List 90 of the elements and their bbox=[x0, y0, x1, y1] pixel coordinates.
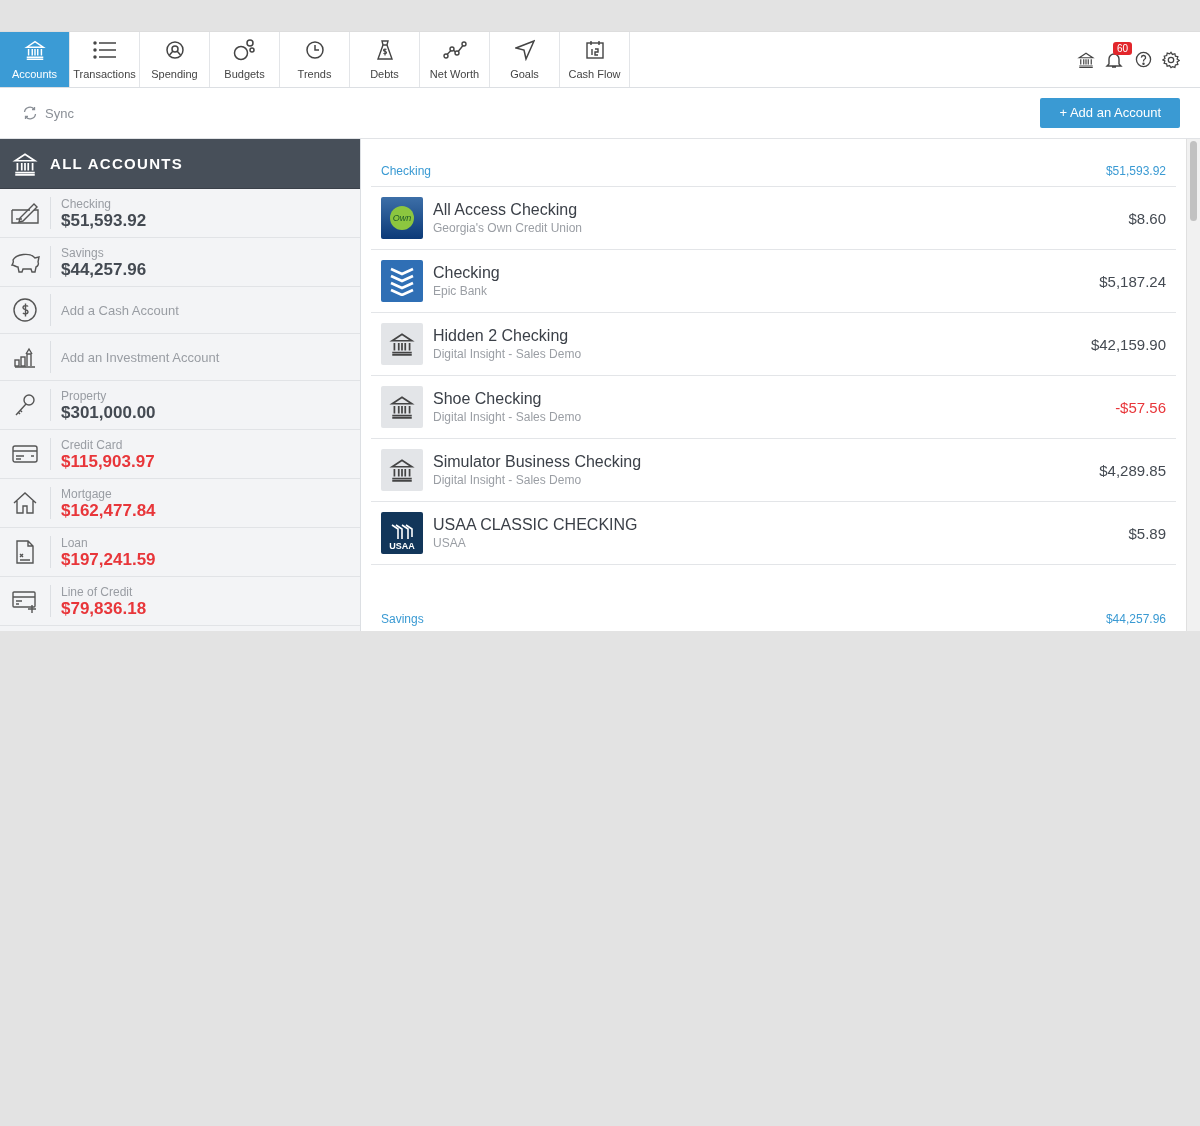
institution-button[interactable] bbox=[1077, 50, 1095, 69]
tab-icon bbox=[304, 39, 325, 61]
category-label: Line of Credit bbox=[61, 584, 134, 599]
category-icon bbox=[13, 346, 37, 368]
tab-icon bbox=[442, 39, 467, 61]
account-balance: $4,289.85 bbox=[1099, 461, 1166, 479]
category-icon bbox=[15, 539, 35, 565]
account-row[interactable]: Simulator Business Checking Digital Insight - Sales Demo $4,289.85 bbox=[371, 439, 1176, 502]
institution-name: Digital Insight - Sales Demo bbox=[433, 346, 582, 362]
category-icon bbox=[13, 392, 37, 418]
institution-name: Digital Insight - Sales Demo bbox=[433, 472, 583, 488]
account-row[interactable]: Hidden 2 Checking Digital Insight - Sales Demo $42,159.90 bbox=[371, 313, 1176, 376]
account-name: All Access Checking bbox=[433, 200, 579, 220]
nav-tab[interactable]: Transactions bbox=[70, 32, 140, 87]
institution-logo bbox=[381, 260, 423, 302]
account-balance: $5.89 bbox=[1128, 524, 1166, 542]
account-name: Shoe Checking bbox=[433, 389, 543, 409]
tab-icon bbox=[584, 39, 605, 61]
account-balance: $42,159.90 bbox=[1090, 335, 1166, 353]
institution-logo bbox=[381, 323, 423, 365]
account-category[interactable]: Line of Credit $79,836.18 bbox=[0, 577, 360, 626]
nav-tab[interactable]: Trends bbox=[280, 32, 350, 87]
nav-tab[interactable]: Goals bbox=[490, 32, 560, 87]
tab-icon bbox=[164, 39, 185, 61]
account-balance: $5,187.24 bbox=[1099, 272, 1166, 290]
account-row[interactable]: Shoe Checking Digital Insight - Sales Demo -$57.56 bbox=[371, 376, 1176, 439]
account-name: USAA CLASSIC CHECKING bbox=[433, 515, 638, 535]
sync-icon bbox=[22, 105, 38, 121]
institution-name: Georgia's Own Credit Union bbox=[433, 220, 583, 236]
category-balance: $51,593.92 bbox=[61, 210, 147, 230]
institution-name: USAA bbox=[433, 535, 467, 551]
account-balance: -$57.56 bbox=[1115, 398, 1166, 416]
logo-text: USAA bbox=[389, 541, 415, 551]
tab-icon bbox=[92, 39, 117, 61]
account-category[interactable]: Mortgage $162,477.84 bbox=[0, 479, 360, 528]
category-balance: $301,000.00 bbox=[61, 402, 156, 422]
account-row[interactable]: Checking Epic Bank $5,187.24 bbox=[371, 250, 1176, 313]
category-icon bbox=[12, 297, 38, 323]
account-balance: $8.60 bbox=[1128, 209, 1166, 227]
tab-icon bbox=[514, 39, 535, 61]
category-label: Mortgage bbox=[61, 486, 113, 501]
tab-icon bbox=[23, 39, 46, 61]
sidebar-title: ALL ACCOUNTS bbox=[50, 155, 184, 172]
account-row[interactable]: USAA USAA CLASSIC CHECKING USAA $5.89 bbox=[371, 502, 1176, 565]
category-balance: $162,477.84 bbox=[61, 500, 156, 520]
category-label: Checking bbox=[61, 196, 113, 211]
category-label: Credit Card bbox=[61, 437, 124, 452]
settings-button[interactable] bbox=[1162, 50, 1180, 69]
nav-tab[interactable]: Net Worth bbox=[420, 32, 490, 87]
account-category[interactable]: Savings $44,257.96 bbox=[0, 238, 360, 287]
account-category[interactable]: Property $301,000.00 bbox=[0, 381, 360, 430]
logo-mark-icon bbox=[389, 523, 415, 541]
institution-logo bbox=[381, 386, 423, 428]
institution-logo bbox=[381, 449, 423, 491]
account-category[interactable]: Loan $197,241.59 bbox=[0, 528, 360, 577]
group-name: Checking bbox=[381, 164, 432, 178]
scrollbar-thumb[interactable] bbox=[1190, 141, 1197, 221]
category-label: Savings bbox=[61, 245, 105, 260]
notifications-button[interactable]: 60 bbox=[1105, 41, 1133, 69]
help-button[interactable] bbox=[1135, 51, 1152, 68]
nav-tab[interactable]: Debts bbox=[350, 32, 420, 87]
group-name: Savings bbox=[381, 612, 424, 626]
category-icon bbox=[10, 201, 40, 225]
logo-text: Own bbox=[390, 206, 414, 230]
category-label: Loan bbox=[61, 535, 89, 550]
nav-tab[interactable]: Budgets bbox=[210, 32, 280, 87]
account-name: Simulator Business Checking bbox=[433, 452, 642, 472]
tab-icon bbox=[232, 39, 257, 61]
category-balance: $79,836.18 bbox=[61, 598, 147, 618]
account-row[interactable]: Own All Access Checking Georgia's Own Credit Union $8.60 bbox=[371, 187, 1176, 250]
institution-name: Epic Bank bbox=[433, 283, 489, 299]
account-category[interactable]: Checking $51,593.92 bbox=[0, 189, 360, 238]
account-name: Hidden 2 Checking bbox=[433, 326, 570, 346]
category-balance: $115,903.97 bbox=[61, 451, 155, 471]
institution-name: Digital Insight - Sales Demo bbox=[433, 409, 582, 425]
nav-tab[interactable]: Spending bbox=[140, 32, 210, 87]
notification-badge: 60 bbox=[1113, 41, 1133, 55]
category-label: Property bbox=[61, 388, 108, 403]
account-name: Checking bbox=[433, 263, 500, 283]
category-icon bbox=[12, 491, 38, 515]
nav-tab[interactable]: Cash Flow bbox=[560, 32, 630, 87]
scrollbar[interactable] bbox=[1186, 139, 1200, 631]
category-icon bbox=[12, 589, 38, 613]
category-icon bbox=[12, 444, 38, 464]
group-total: $51,593.92 bbox=[1105, 164, 1166, 178]
category-balance: $44,257.96 bbox=[61, 259, 147, 279]
tab-icon bbox=[374, 39, 395, 61]
category-balance: $197,241.59 bbox=[61, 549, 156, 569]
account-category[interactable]: Credit Card $115,903.97 bbox=[0, 430, 360, 479]
group-total: $44,257.96 bbox=[1105, 612, 1166, 626]
